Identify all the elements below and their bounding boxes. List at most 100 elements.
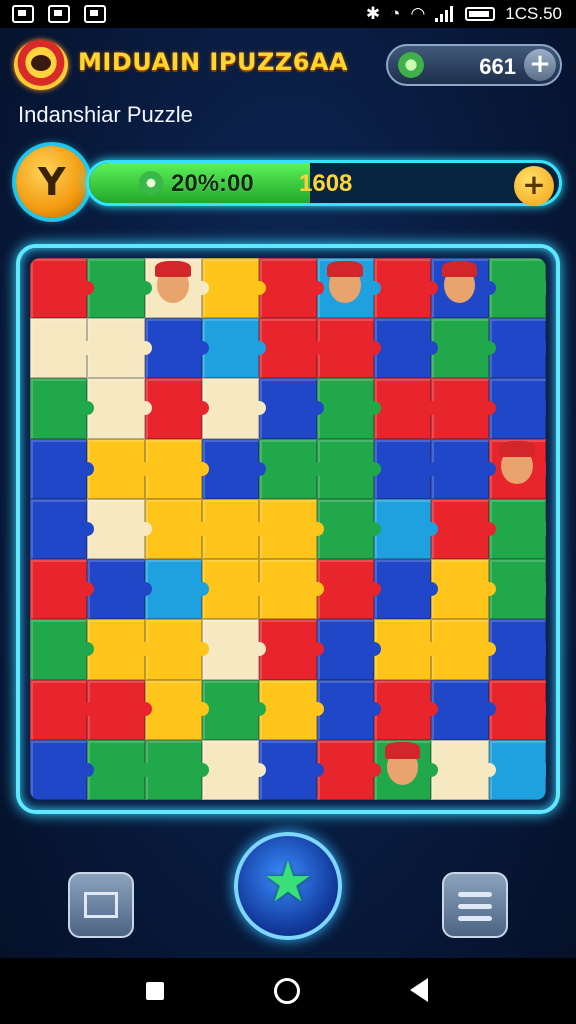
puzzle-piece[interactable] xyxy=(488,318,546,379)
puzzle-piece[interactable] xyxy=(316,258,382,319)
puzzle-piece[interactable] xyxy=(259,378,325,439)
leaf-coin-icon xyxy=(398,52,424,78)
puzzle-piece[interactable] xyxy=(373,438,439,499)
back-icon[interactable] xyxy=(410,978,428,1002)
puzzle-piece[interactable] xyxy=(431,378,497,439)
puzzle-piece[interactable] xyxy=(431,679,497,740)
puzzle-piece[interactable] xyxy=(431,498,497,560)
puzzle-piece[interactable] xyxy=(316,318,382,379)
puzzle-piece[interactable] xyxy=(87,498,153,560)
puzzle-piece[interactable] xyxy=(144,679,210,740)
add-score-button[interactable]: + xyxy=(514,166,554,206)
puzzle-piece[interactable] xyxy=(30,559,95,620)
puzzle-piece[interactable] xyxy=(30,258,95,319)
puzzle-piece[interactable] xyxy=(316,498,382,560)
puzzle-piece[interactable] xyxy=(431,739,497,800)
puzzle-piece[interactable] xyxy=(373,679,439,740)
puzzle-piece[interactable] xyxy=(87,739,153,800)
puzzle-piece[interactable] xyxy=(30,498,95,560)
bluetooth-icon: ✱ xyxy=(365,4,381,23)
puzzle-piece[interactable] xyxy=(201,378,267,439)
puzzle-piece[interactable] xyxy=(30,318,95,379)
puzzle-piece[interactable] xyxy=(144,559,210,620)
puzzle-piece[interactable] xyxy=(373,498,439,560)
puzzle-piece[interactable] xyxy=(316,739,382,800)
puzzle-piece[interactable] xyxy=(488,679,546,740)
character-face-icon xyxy=(384,742,420,785)
puzzle-piece[interactable] xyxy=(488,378,546,439)
character-face-icon xyxy=(327,260,363,304)
puzzle-piece[interactable] xyxy=(316,559,382,620)
coin-counter[interactable]: 661 + xyxy=(386,44,562,86)
puzzle-piece[interactable] xyxy=(488,619,546,680)
puzzle-piece[interactable] xyxy=(373,559,439,620)
puzzle-piece[interactable] xyxy=(87,619,153,680)
mail-button[interactable] xyxy=(68,872,134,938)
play-button[interactable]: ★ xyxy=(234,832,342,940)
puzzle-piece[interactable] xyxy=(87,378,153,439)
puzzle-piece[interactable] xyxy=(144,739,210,800)
navigation-bar xyxy=(0,958,576,1024)
puzzle-piece[interactable] xyxy=(30,438,95,499)
puzzle-piece[interactable] xyxy=(316,438,382,499)
menu-button[interactable] xyxy=(442,872,508,938)
puzzle-piece[interactable] xyxy=(488,498,546,560)
puzzle-piece[interactable] xyxy=(488,438,546,499)
puzzle-piece[interactable] xyxy=(316,619,382,680)
puzzle-piece[interactable] xyxy=(144,498,210,560)
puzzle-piece[interactable] xyxy=(316,378,382,439)
puzzle-piece[interactable] xyxy=(30,619,95,680)
puzzle-piece[interactable] xyxy=(30,739,95,800)
puzzle-piece[interactable] xyxy=(30,378,95,439)
puzzle-piece[interactable] xyxy=(144,318,210,379)
puzzle-piece[interactable] xyxy=(316,679,382,740)
progress-row: Y 20%:00 1608 + xyxy=(16,146,562,220)
puzzle-piece[interactable] xyxy=(488,258,546,319)
puzzle-piece[interactable] xyxy=(488,559,546,620)
puzzle-piece[interactable] xyxy=(259,739,325,800)
puzzle-piece[interactable] xyxy=(431,258,497,319)
puzzle-piece[interactable] xyxy=(144,438,210,499)
puzzle-board[interactable] xyxy=(30,258,546,800)
puzzle-piece[interactable] xyxy=(30,679,95,740)
puzzle-piece[interactable] xyxy=(144,378,210,439)
puzzle-piece[interactable] xyxy=(259,258,325,319)
puzzle-piece[interactable] xyxy=(87,679,153,740)
puzzle-piece[interactable] xyxy=(431,318,497,379)
puzzle-piece[interactable] xyxy=(201,619,267,680)
recent-apps-icon[interactable] xyxy=(146,982,164,1000)
puzzle-piece[interactable] xyxy=(373,318,439,379)
puzzle-piece[interactable] xyxy=(144,258,210,319)
puzzle-piece[interactable] xyxy=(201,559,267,620)
puzzle-piece[interactable] xyxy=(144,619,210,680)
puzzle-subtitle: Indanshiar Puzzle xyxy=(18,102,193,127)
puzzle-piece[interactable] xyxy=(373,258,439,319)
puzzle-piece[interactable] xyxy=(431,619,497,680)
puzzle-piece[interactable] xyxy=(87,559,153,620)
puzzle-piece[interactable] xyxy=(259,619,325,680)
puzzle-piece[interactable] xyxy=(373,739,439,800)
add-coins-button[interactable]: + xyxy=(524,49,556,81)
puzzle-piece[interactable] xyxy=(259,318,325,379)
trophy-icon[interactable]: Y xyxy=(16,146,88,218)
puzzle-piece[interactable] xyxy=(87,258,153,319)
puzzle-piece[interactable] xyxy=(201,498,267,560)
puzzle-piece[interactable] xyxy=(201,679,267,740)
puzzle-piece[interactable] xyxy=(259,559,325,620)
puzzle-piece[interactable] xyxy=(431,438,497,499)
puzzle-piece[interactable] xyxy=(373,619,439,680)
puzzle-piece[interactable] xyxy=(87,438,153,499)
puzzle-piece[interactable] xyxy=(373,378,439,439)
puzzle-piece[interactable] xyxy=(431,559,497,620)
puzzle-piece[interactable] xyxy=(201,438,267,499)
puzzle-piece[interactable] xyxy=(259,438,325,499)
home-icon[interactable] xyxy=(274,978,300,1004)
puzzle-piece[interactable] xyxy=(201,258,267,319)
puzzle-piece[interactable] xyxy=(87,318,153,379)
puzzle-piece[interactable] xyxy=(488,739,546,800)
battery-icon xyxy=(465,7,496,21)
puzzle-piece[interactable] xyxy=(259,498,325,560)
puzzle-piece[interactable] xyxy=(259,679,325,740)
puzzle-piece[interactable] xyxy=(201,318,267,379)
puzzle-piece[interactable] xyxy=(201,739,267,800)
